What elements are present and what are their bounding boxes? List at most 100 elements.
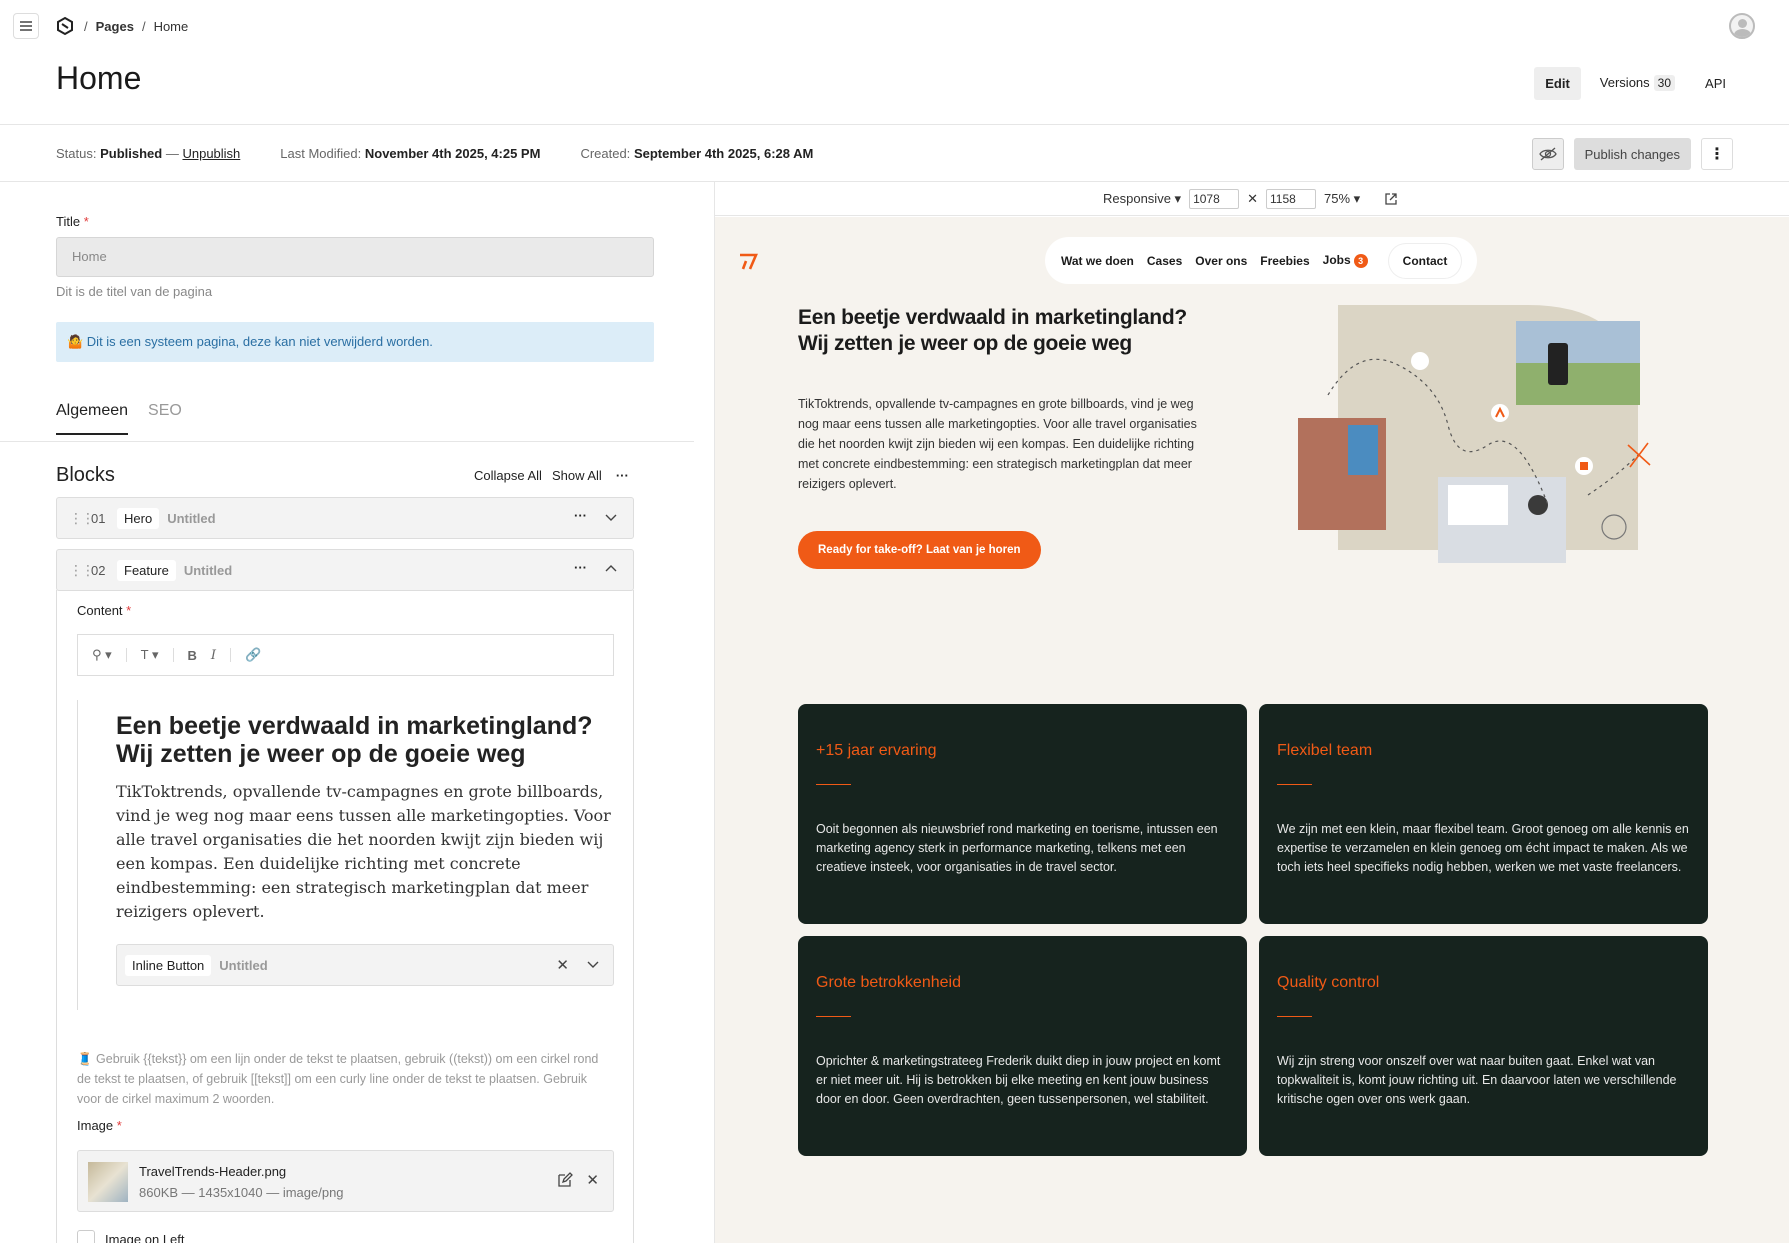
feature-block-body: Content * ⚲ ▾ T ▾ B I 🔗 Een beetje verdw… (56, 590, 634, 1243)
tab-algemeen[interactable]: Algemeen (56, 402, 129, 435)
blocks-more-button[interactable]: ··· (616, 468, 629, 483)
site-logo-icon[interactable] (738, 253, 758, 277)
close-icon[interactable]: ✕ (556, 956, 569, 974)
image-thumbnail[interactable] (88, 1162, 128, 1202)
preview-pane: Responsive ▾ 1078 ✕ 1158 75% ▾ Wat we do… (715, 182, 1789, 1243)
editor-pane: Title * Home Dit is de titel van de pagi… (0, 182, 714, 1243)
drag-handle-icon[interactable]: ⋮⋮ (69, 562, 95, 579)
hero-illustration (1298, 305, 1651, 563)
image-on-left-checkbox[interactable] (77, 1230, 95, 1243)
card-title: Flexibel team (1277, 742, 1373, 759)
tab-api[interactable]: API (1694, 67, 1737, 100)
block-style-dropdown[interactable]: ⚲ ▾ (92, 647, 112, 663)
image-on-left-row: Image on Left (77, 1230, 185, 1243)
jobs-count-badge: 3 (1353, 254, 1368, 268)
block-more-button[interactable]: ··· (574, 560, 587, 575)
view-tabs: Edit Versions 30 API (1534, 66, 1737, 100)
last-modified-value: November 4th 2025, 4:25 PM (364, 146, 541, 161)
feature-cards: +15 jaar ervaring Ooit begonnen als nieu… (798, 704, 1710, 1156)
block-type-chip: Hero (117, 507, 160, 529)
external-link-icon[interactable] (1384, 192, 1398, 206)
breadcrumb-pages[interactable]: Pages (96, 19, 134, 34)
image-label: Image * (77, 1118, 122, 1133)
hero-heading: Een beetje verdwaald in marketingland? W… (798, 306, 1187, 355)
status-value: Published (100, 146, 163, 161)
remove-image-icon[interactable]: ✕ (586, 1171, 599, 1189)
blocks-actions: Collapse All Show All ··· (474, 468, 629, 483)
document-status-bar: Status: Published — Unpublish Last Modif… (56, 146, 814, 161)
tab-versions[interactable]: Versions 30 (1589, 66, 1686, 100)
feature-card: +15 jaar ervaring Ooit begonnen als nieu… (798, 704, 1247, 924)
toggle-preview-button[interactable] (1531, 138, 1564, 170)
divider (0, 124, 1789, 125)
title-hint: Dit is de titel van de pagina (56, 284, 213, 299)
drag-handle-icon[interactable]: ⋮⋮ (69, 510, 95, 527)
chevron-up-icon[interactable] (605, 561, 617, 577)
feature-card: Quality control Wij zijn streng voor ons… (1259, 936, 1708, 1156)
hero-paragraph: TikToktrends, opvallende tv-campagnes en… (798, 397, 1197, 491)
collapse-all-button[interactable]: Collapse All (474, 468, 542, 483)
text-style-dropdown[interactable]: T ▾ (141, 647, 159, 663)
status-actions: Publish changes ⋮ (1531, 138, 1733, 170)
divider (0, 441, 694, 442)
site-nav-item[interactable]: Freebies (1260, 254, 1309, 268)
site-nav-item[interactable]: Jobs 3 (1323, 253, 1368, 268)
breadcrumb: / Pages / Home (84, 19, 189, 34)
content-label: Content * (77, 603, 132, 618)
show-all-button[interactable]: Show All (552, 468, 602, 483)
hamburger-icon (20, 21, 32, 31)
chevron-down-icon[interactable] (605, 509, 617, 525)
site-nav-item[interactable]: Over ons (1195, 254, 1247, 268)
block-row-hero[interactable]: ⋮⋮ 01 Hero Untitled ··· (56, 497, 634, 539)
italic-icon[interactable]: I (211, 648, 216, 663)
device-mode-dropdown[interactable]: Responsive ▾ (1103, 191, 1181, 207)
tab-edit[interactable]: Edit (1534, 66, 1581, 100)
card-title: Quality control (1277, 974, 1380, 991)
versions-count-badge: 30 (1653, 75, 1676, 91)
title-input[interactable]: Home (56, 237, 654, 277)
unpublish-link[interactable]: Unpublish (182, 146, 240, 161)
breadcrumb-home[interactable]: Home (154, 19, 189, 34)
file-meta: 860KB — 1435x1040 — image/png (139, 1185, 344, 1200)
card-text: Wij zijn streng voor onszelf over wat na… (1277, 1054, 1677, 1106)
cta-button[interactable]: Ready for take-off? Laat van je horen (798, 531, 1041, 569)
preview-height-input[interactable]: 1158 (1265, 189, 1316, 209)
inline-button-block[interactable]: Inline Button Untitled ✕ (116, 944, 614, 986)
link-icon[interactable]: 🔗 (245, 647, 261, 663)
rte-paragraph[interactable]: TikToktrends, opvallende tv-campagnes en… (116, 780, 616, 924)
app-logo-icon[interactable] (55, 16, 75, 36)
dimension-x-icon: ✕ (1247, 191, 1258, 206)
kebab-icon: ⋮ (1709, 146, 1725, 163)
file-name: TravelTrends-Header.png (139, 1164, 287, 1179)
block-type-chip: Feature (117, 559, 176, 581)
block-row-feature[interactable]: ⋮⋮ 02 Feature Untitled ··· (56, 549, 634, 591)
site-nav-item[interactable]: Wat we doen (1061, 254, 1134, 268)
menu-toggle-button[interactable] (13, 13, 39, 39)
block-name: Untitled (219, 957, 268, 973)
site-nav: Wat we doen Cases Over ons Freebies Jobs… (1045, 237, 1478, 284)
system-page-info: 🤷 Dit is een systeem pagina, deze kan ni… (56, 322, 654, 362)
zoom-dropdown[interactable]: 75% ▾ (1324, 191, 1360, 207)
contact-button[interactable]: Contact (1388, 243, 1462, 278)
preview-width-input[interactable]: 1078 (1189, 189, 1240, 209)
tab-seo[interactable]: SEO (148, 402, 182, 435)
page-title: Home (56, 60, 142, 96)
block-name: Untitled (167, 510, 216, 526)
card-text: We zijn met een klein, maar flexibel tea… (1277, 822, 1689, 874)
avatar[interactable] (1729, 13, 1755, 39)
rte-heading[interactable]: Een beetje verdwaald in marketingland? W… (116, 712, 606, 768)
card-text: Ooit begonnen als nieuwsbrief rond marke… (816, 822, 1218, 874)
edit-icon[interactable] (557, 1172, 573, 1188)
site-nav-item[interactable]: Cases (1147, 254, 1182, 268)
more-options-button[interactable]: ⋮ (1701, 138, 1733, 170)
bold-icon[interactable]: B (188, 648, 197, 663)
publish-changes-button[interactable]: Publish changes (1573, 138, 1691, 170)
block-name: Untitled (183, 562, 233, 578)
preview-toolbar: Responsive ▾ 1078 ✕ 1158 75% ▾ (715, 182, 1789, 216)
block-type-chip: Inline Button (125, 954, 212, 976)
rich-text-toolbar: ⚲ ▾ T ▾ B I 🔗 (77, 634, 614, 676)
block-more-button[interactable]: ··· (574, 508, 587, 523)
image-file: TravelTrends-Header.png 860KB — 1435x104… (77, 1150, 614, 1212)
created-value: September 4th 2025, 6:28 AM (633, 146, 814, 161)
chevron-down-icon[interactable] (587, 956, 599, 972)
